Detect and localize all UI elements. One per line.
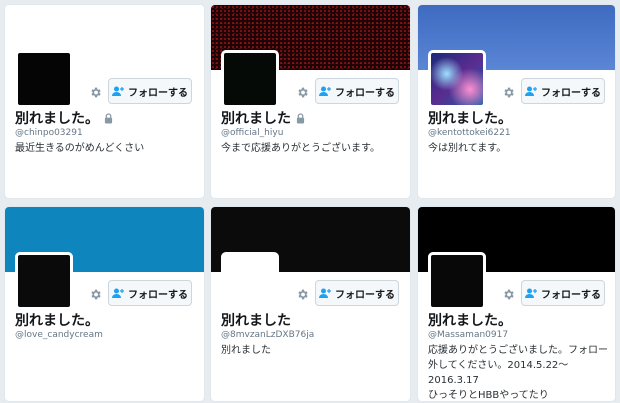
follow-button-label: フォローする	[541, 289, 601, 301]
avatar[interactable]	[221, 252, 279, 310]
display-name-text: 別れました。	[15, 111, 99, 127]
user-card[interactable]: フォローする 別れました @official_hiyu 今まで応援ありがとうござ…	[210, 4, 411, 199]
follow-button[interactable]: フォローする	[108, 78, 192, 104]
display-name[interactable]: 別れました。	[428, 108, 512, 128]
user-bio: 今まで応援ありがとうございます。	[221, 141, 380, 156]
avatar[interactable]	[428, 252, 486, 310]
display-name[interactable]: 別れました。	[428, 310, 512, 330]
gear-icon[interactable]	[295, 85, 309, 99]
user-card[interactable]: フォローする 別れました。 @love_candycream	[4, 206, 205, 402]
add-user-icon	[319, 288, 331, 299]
bio-line: 外してください。2014.5.22〜2016.3.17	[428, 360, 569, 386]
avatar[interactable]	[428, 50, 486, 108]
user-bio: 最近生きるのがめんどくさい	[15, 141, 144, 156]
user-card[interactable]: フォローする 別れました @8mvzanLzDXB76ja 別れました	[210, 206, 411, 402]
avatar[interactable]	[15, 252, 73, 310]
follow-button-label: フォローする	[541, 87, 601, 99]
user-card[interactable]: フォローする 別れました。 @kentottokei6221 今は別れてます。	[417, 4, 616, 199]
user-handle[interactable]: @8mvzanLzDXB76ja	[221, 330, 314, 340]
user-handle[interactable]: @kentottokei6221	[428, 128, 511, 138]
follow-button[interactable]: フォローする	[315, 78, 399, 104]
add-user-icon	[525, 288, 537, 299]
follow-button-label: フォローする	[335, 289, 395, 301]
gear-icon[interactable]	[88, 287, 102, 301]
bio-line: 別れました	[221, 345, 271, 356]
display-name[interactable]: 別れました。	[15, 108, 113, 128]
user-card[interactable]: フォローする 別れました。 @chinpo03291 最近生きるのがめんどくさい	[4, 4, 205, 199]
display-name-text: 別れました。	[15, 313, 99, 329]
bio-line: 今は別れてます。	[428, 143, 507, 154]
add-user-icon	[525, 86, 537, 97]
bio-line: 今まで応援ありがとうございます。	[221, 143, 380, 154]
follow-button[interactable]: フォローする	[521, 280, 605, 306]
display-name-text: 別れました。	[428, 111, 512, 127]
bio-line: 最近生きるのがめんどくさい	[15, 143, 145, 154]
display-name-text: 別れました。	[428, 313, 512, 329]
display-name-text: 別れました	[221, 111, 291, 127]
user-bio: 別れました	[221, 343, 271, 358]
follow-button[interactable]: フォローする	[315, 280, 399, 306]
user-handle[interactable]: @love_candycream	[15, 330, 103, 340]
follow-button-label: フォローする	[128, 87, 188, 99]
gear-icon[interactable]	[295, 287, 309, 301]
gear-icon[interactable]	[501, 287, 515, 301]
avatar[interactable]	[221, 50, 279, 108]
bio-line: 応援ありがとうございました。フォロー	[428, 345, 608, 356]
add-user-icon	[112, 288, 124, 299]
add-user-icon	[319, 86, 331, 97]
display-name[interactable]: 別れました。	[15, 310, 99, 330]
lock-icon	[296, 112, 305, 124]
follow-button[interactable]: フォローする	[108, 280, 192, 306]
bio-line: ひっそりとHBBやってたり	[428, 390, 549, 401]
user-handle[interactable]: @Massaman0917	[428, 330, 508, 340]
follow-button-label: フォローする	[335, 87, 395, 99]
add-user-icon	[112, 86, 124, 97]
user-bio: 応援ありがとうございました。フォロー 外してください。2014.5.22〜201…	[428, 343, 615, 401]
display-name[interactable]: 別れました	[221, 310, 291, 330]
display-name-text: 別れました	[221, 313, 291, 329]
user-bio: 今は別れてます。	[428, 141, 506, 156]
gear-icon[interactable]	[88, 85, 102, 99]
follow-button-label: フォローする	[128, 289, 188, 301]
lock-icon	[104, 112, 113, 124]
gear-icon[interactable]	[501, 85, 515, 99]
user-card[interactable]: フォローする 別れました。 @Massaman0917 応援ありがとうございまし…	[417, 206, 616, 402]
user-handle[interactable]: @official_hiyu	[221, 128, 283, 138]
follow-button[interactable]: フォローする	[521, 78, 605, 104]
display-name[interactable]: 別れました	[221, 108, 305, 128]
avatar[interactable]	[15, 50, 73, 108]
user-handle[interactable]: @chinpo03291	[15, 128, 83, 138]
